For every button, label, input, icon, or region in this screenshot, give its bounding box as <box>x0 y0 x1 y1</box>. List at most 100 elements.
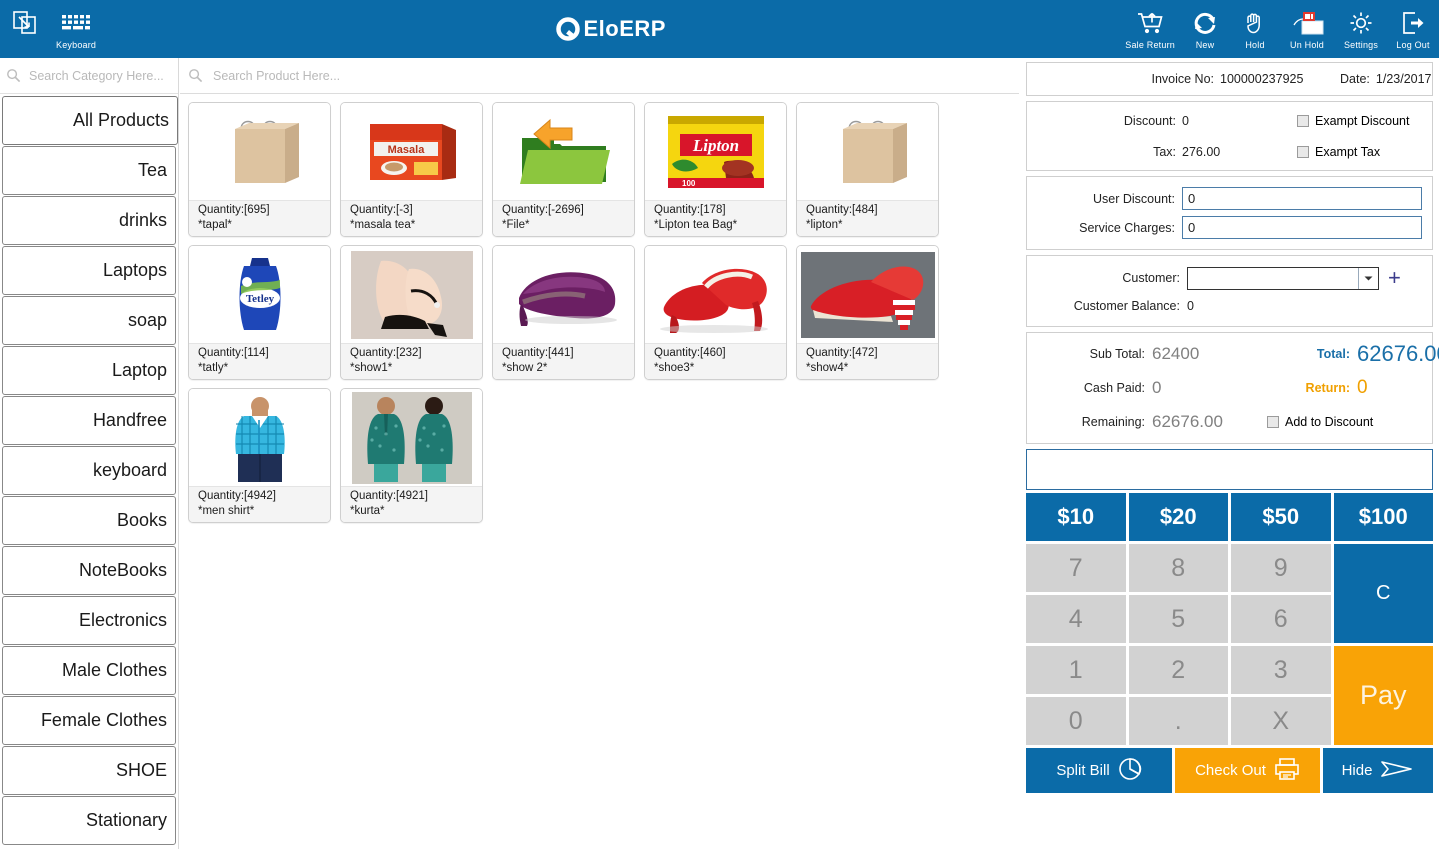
key-6[interactable]: 6 <box>1231 595 1331 643</box>
clear-button[interactable]: C <box>1334 544 1434 643</box>
check-out-button[interactable]: Check Out <box>1175 748 1320 793</box>
sidebar-item-books[interactable]: Books <box>2 496 176 545</box>
invoice-box: Invoice No: 100000237925 Date: 1/23/2017 <box>1026 62 1433 96</box>
product-card[interactable]: Tetley Quantity:[114]*tatly* <box>188 245 331 380</box>
keyboard-icon <box>60 8 92 38</box>
quick-amount-20[interactable]: $20 <box>1129 493 1229 541</box>
product-card[interactable]: Quantity:[441]*show 2* <box>492 245 635 380</box>
product-card[interactable]: Quantity:[232]*show1* <box>340 245 483 380</box>
key-0[interactable]: 0 <box>1026 697 1126 745</box>
sidebar-item-tea[interactable]: Tea <box>2 146 176 195</box>
product-search-bar[interactable]: Search Product Here... <box>180 58 1019 94</box>
category-search-bar[interactable]: Search Category Here... <box>0 58 178 94</box>
exampt-tax-checkbox[interactable]: Exampt Tax <box>1297 145 1380 159</box>
checkbox-box <box>1297 146 1309 158</box>
svg-text:100: 100 <box>682 179 696 188</box>
app-title: EloERP <box>583 16 665 42</box>
quick-amount-50[interactable]: $50 <box>1231 493 1331 541</box>
sidebar-item-notebooks[interactable]: NoteBooks <box>2 546 176 595</box>
sidebar-item-electronics[interactable]: Electronics <box>2 596 176 645</box>
sidebar-item-soap[interactable]: soap <box>2 296 176 345</box>
sidebar-item-keyboard[interactable]: keyboard <box>2 446 176 495</box>
key-3[interactable]: 3 <box>1231 646 1331 694</box>
sidebar-item-laptops[interactable]: Laptops <box>2 246 176 295</box>
sidebar-item-label: Books <box>117 510 167 531</box>
checkbox-box <box>1297 115 1309 127</box>
product-card[interactable]: Quantity:[695]*tapal* <box>188 102 331 237</box>
tax-label: Tax: <box>1027 145 1182 159</box>
add-customer-button[interactable]: + <box>1388 269 1401 287</box>
amount-input[interactable] <box>1026 449 1433 490</box>
settings-button[interactable]: Settings <box>1339 8 1383 50</box>
discount-label: Discount: <box>1027 114 1182 128</box>
service-charges-label: Service Charges: <box>1027 221 1182 235</box>
product-quantity-label: Quantity:[441] <box>502 346 634 361</box>
pay-button[interactable]: Pay <box>1334 646 1434 745</box>
log-out-button[interactable]: Log Out <box>1393 8 1433 50</box>
product-card[interactable]: Quantity:[472]*show4* <box>796 245 939 380</box>
quick-amount-10[interactable]: $10 <box>1026 493 1126 541</box>
svg-text:Lipton: Lipton <box>691 136 738 155</box>
product-name-label: *show 2* <box>502 361 634 376</box>
key-9[interactable]: 9 <box>1231 544 1331 592</box>
discount-value: 0 <box>1182 114 1297 128</box>
sub-total-value: 62400 <box>1152 337 1267 371</box>
sidebar-item-label: All Products <box>73 110 169 131</box>
product-image <box>189 389 330 486</box>
hide-button[interactable]: Hide <box>1323 748 1433 793</box>
sidebar-item-label: Laptops <box>103 260 167 281</box>
tax-value: 276.00 <box>1182 145 1297 159</box>
sidebar-item-label: Male Clothes <box>62 660 167 681</box>
key-1[interactable]: 1 <box>1026 646 1126 694</box>
product-card[interactable]: Lipton 100 Quantity:[178]*Lipton tea Bag… <box>644 102 787 237</box>
sidebar-item-handfree[interactable]: Handfree <box>2 396 176 445</box>
check-out-label: Check Out <box>1195 762 1266 779</box>
customer-select[interactable] <box>1187 267 1379 290</box>
product-card[interactable]: Quantity:[4921]*kurta* <box>340 388 483 523</box>
new-button[interactable]: New <box>1185 8 1225 50</box>
cash-paid-value: 0 <box>1152 371 1267 405</box>
product-card[interactable]: Quantity:[-2696]*File* <box>492 102 635 237</box>
keyboard-button[interactable]: Keyboard <box>56 8 96 50</box>
category-list[interactable]: All Products Teadrinks Laptops soapLaptopHa… <box>0 94 178 849</box>
product-name-label: *tapal* <box>198 218 330 233</box>
exampt-discount-checkbox[interactable]: Exampt Discount <box>1297 114 1409 128</box>
key-4[interactable]: 4 <box>1026 595 1126 643</box>
switch-screen-button[interactable] <box>8 8 42 40</box>
key-8[interactable]: 8 <box>1129 544 1229 592</box>
toolbar-right-group: Sale Return New Hold <box>1125 8 1439 50</box>
key-2[interactable]: 2 <box>1129 646 1229 694</box>
key-5[interactable]: 5 <box>1129 595 1229 643</box>
add-to-discount-checkbox[interactable]: Add to Discount <box>1267 405 1439 439</box>
sale-return-button[interactable]: Sale Return <box>1125 8 1175 50</box>
un-hold-button[interactable]: Un Hold <box>1285 8 1329 50</box>
product-card[interactable]: Quantity:[4942]*men shirt* <box>188 388 331 523</box>
product-card[interactable]: Quantity:[460]*shoe3* <box>644 245 787 380</box>
remaining-label: Remaining: <box>1027 405 1152 439</box>
sidebar-item-drinks[interactable]: drinks <box>2 196 176 245</box>
sidebar-item-shoe[interactable]: SHOE <box>2 746 176 795</box>
elo-logo-icon <box>555 16 581 42</box>
sidebar-item-all-products[interactable]: All Products <box>2 96 178 145</box>
product-name-label: *shoe3* <box>654 361 786 376</box>
split-bill-button[interactable]: Split Bill <box>1026 748 1172 793</box>
product-card[interactable]: Quantity:[484]*lipton* <box>796 102 939 237</box>
sidebar-item-label: NoteBooks <box>79 560 167 581</box>
sidebar-item-female-clothes[interactable]: Female Clothes <box>2 696 176 745</box>
key-X[interactable]: X <box>1231 697 1331 745</box>
service-charges-input[interactable]: 0 <box>1182 216 1422 239</box>
sidebar-item-male-clothes[interactable]: Male Clothes <box>2 646 176 695</box>
customer-balance-value: 0 <box>1187 299 1194 313</box>
quick-amount-100[interactable]: $100 <box>1334 493 1434 541</box>
hold-button[interactable]: Hold <box>1235 8 1275 50</box>
product-meta: Quantity:[178]*Lipton tea Bag* <box>645 200 786 236</box>
sidebar-item-stationary[interactable]: Stationary <box>2 796 176 845</box>
user-discount-input[interactable]: 0 <box>1182 187 1422 210</box>
key-.[interactable]: . <box>1129 697 1229 745</box>
sidebar-item-laptop[interactable]: Laptop <box>2 346 176 395</box>
product-card[interactable]: Masala Quantity:[-3]*masala tea* <box>340 102 483 237</box>
product-name-label: *tatly* <box>198 361 330 376</box>
product-meta: Quantity:[460]*shoe3* <box>645 343 786 379</box>
product-quantity-label: Quantity:[-2696] <box>502 203 634 218</box>
key-7[interactable]: 7 <box>1026 544 1126 592</box>
